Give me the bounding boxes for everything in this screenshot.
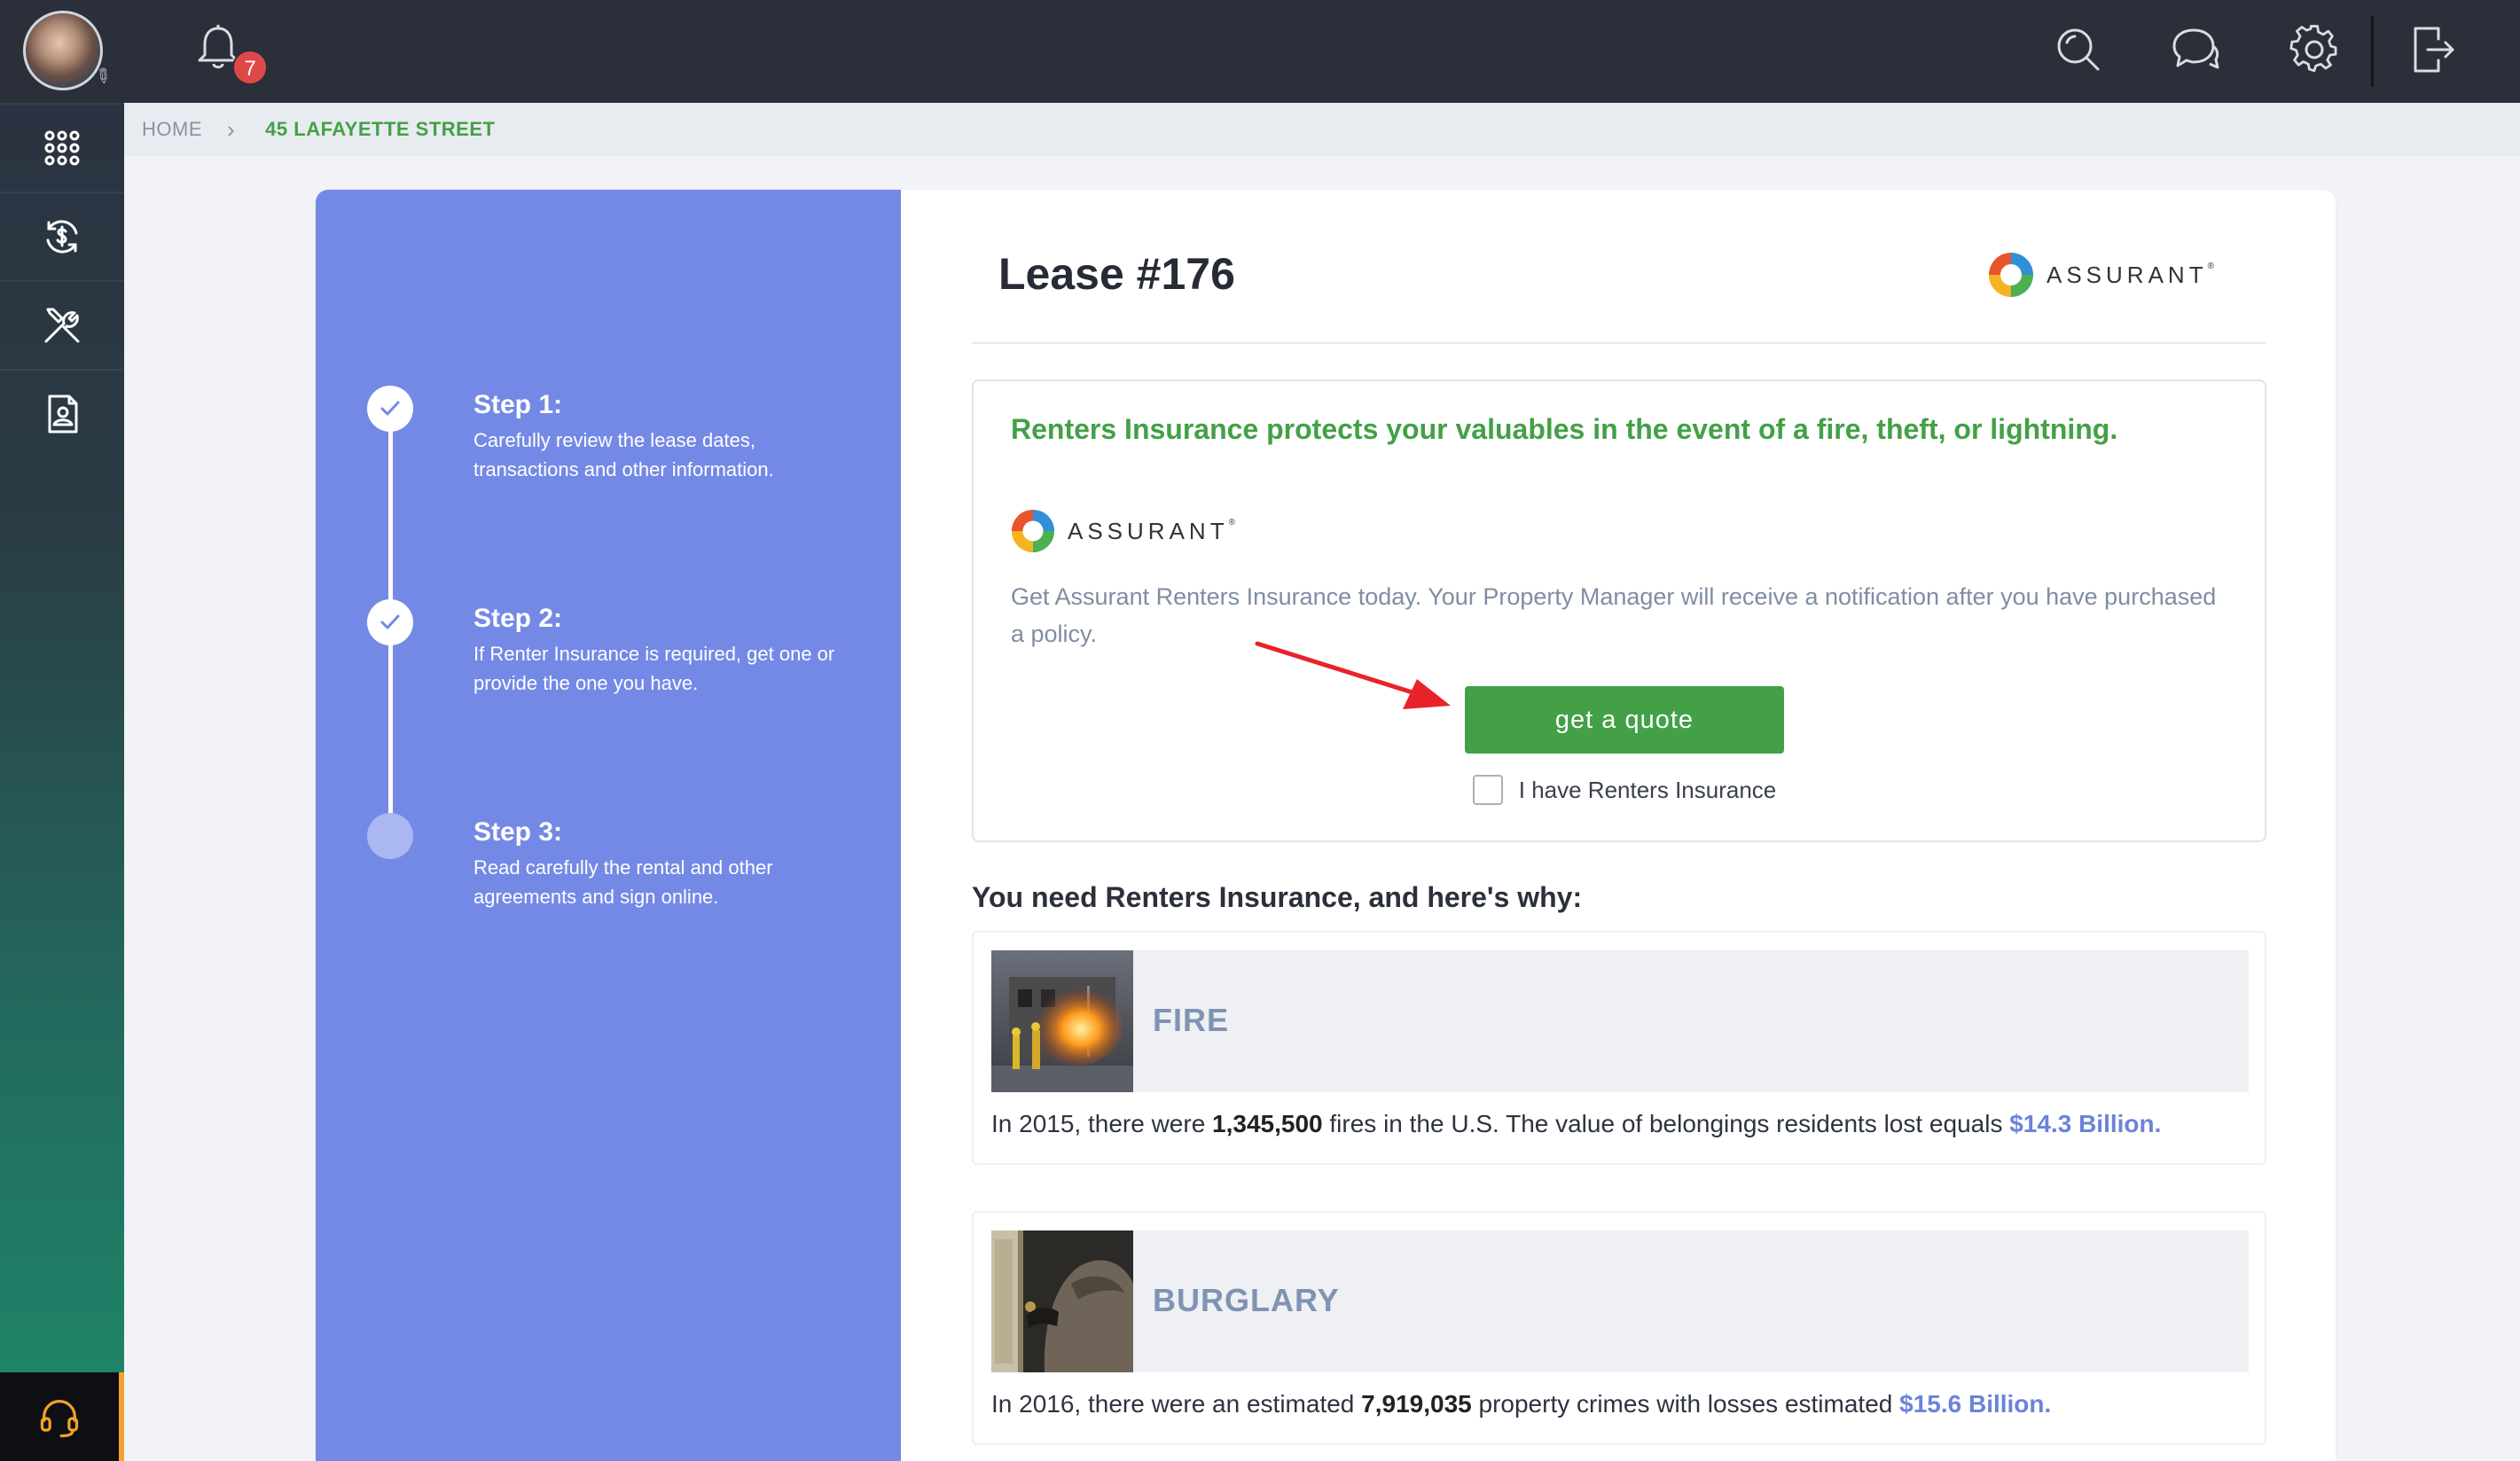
sidebar-item-payments[interactable] [0, 191, 124, 280]
reason-banner: FIRE [991, 950, 2249, 1092]
apps-grid-icon [44, 130, 80, 166]
topbar-divider [2371, 16, 2374, 87]
assurant-wordmark: ASSURANT® [1068, 517, 1235, 544]
step-1-check-icon [367, 386, 413, 432]
breadcrumb-home[interactable]: HOME [142, 118, 202, 141]
reason-stat: In 2016, there were an estimated 7,919,0… [991, 1390, 2052, 1418]
chat-icon[interactable] [2169, 23, 2222, 76]
reason-card-fire: FIRE In 2015, there were 1,345,500 fires… [972, 931, 2266, 1165]
search-icon[interactable] [2052, 23, 2105, 76]
reason-card-burglary: BURGLARY In 2016, there were an estimate… [972, 1211, 2266, 1445]
gear-icon[interactable] [2288, 23, 2341, 76]
reason-stat: In 2015, there were 1,345,500 fires in t… [991, 1110, 2162, 1137]
dollar-cycle-icon [46, 220, 78, 254]
step-2-check-icon [367, 599, 413, 645]
have-insurance-label[interactable]: I have Renters Insurance [1519, 777, 1777, 804]
assurant-wordmark: ASSURANT® [2047, 261, 2214, 288]
have-insurance-row: I have Renters Insurance [1465, 775, 1784, 805]
have-insurance-checkbox[interactable] [1472, 775, 1503, 805]
app-root: ✎ 7 HOME › 45 LAFAYETTE STREET Step 1: C… [0, 0, 2520, 1461]
get-quote-button[interactable]: get a quote [1465, 686, 1784, 754]
red-arrow-icon [1255, 641, 1451, 709]
step-3-pending-dot [367, 813, 413, 859]
step-3-title: Step 3: [473, 817, 563, 847]
support-button[interactable] [0, 1372, 124, 1461]
assurant-logo-icon [1011, 509, 1055, 553]
lease-card: Step 1: Carefully review the lease dates… [316, 190, 2336, 1461]
assurant-logo-icon [1989, 253, 2033, 297]
page-title: Lease #176 [998, 249, 1235, 299]
breadcrumb: HOME › 45 LAFAYETTE STREET [124, 103, 2520, 156]
step-2-title: Step 2: [473, 604, 563, 633]
chevron-right-icon: › [227, 115, 236, 143]
steps-panel: Step 1: Carefully review the lease dates… [316, 190, 901, 1461]
assurant-logo-promo: ASSURANT® [1011, 509, 1235, 553]
sidebar-item-maintenance[interactable] [0, 280, 124, 369]
contact-document-icon [48, 395, 78, 434]
promo-headline: Renters Insurance protects your valuable… [1011, 413, 2118, 445]
step-3-desc: Read carefully the rental and other agre… [473, 856, 773, 908]
sidebar-item-apps[interactable] [0, 103, 124, 191]
reason-banner: BURGLARY [991, 1231, 2249, 1372]
insurance-promo-box: Renters Insurance protects your valuable… [972, 379, 2266, 842]
burglary-photo-icon [991, 1231, 1133, 1372]
lease-main: Lease #176 ASSURANT® Renters Insurance p… [901, 190, 2336, 1461]
fire-photo-icon [991, 950, 1133, 1092]
left-sidebar: ✎ [0, 0, 124, 1461]
reason-title: FIRE [1153, 1002, 1230, 1038]
top-bar: 7 [124, 0, 2520, 103]
assurant-logo-header: ASSURANT® [1988, 252, 2214, 298]
breadcrumb-current: 45 LAFAYETTE STREET [265, 118, 496, 140]
step-1-title: Step 1: [473, 390, 563, 419]
headset-icon [40, 1400, 79, 1438]
step-2-desc: If Renter Insurance is required, get one… [473, 643, 835, 694]
logout-icon[interactable] [2407, 23, 2460, 76]
title-divider [972, 342, 2266, 344]
tools-icon [44, 308, 80, 343]
notification-badge: 7 [232, 50, 268, 85]
reason-title: BURGLARY [1153, 1282, 1340, 1318]
why-heading: You need Renters Insurance, and here's w… [972, 881, 1583, 913]
sidebar-item-documents[interactable] [0, 369, 124, 457]
step-1-desc: Carefully review the lease dates, transa… [473, 429, 774, 480]
avatar-area: ✎ [0, 0, 124, 103]
promo-description: Get Assurant Renters Insurance today. Yo… [1011, 583, 2217, 647]
